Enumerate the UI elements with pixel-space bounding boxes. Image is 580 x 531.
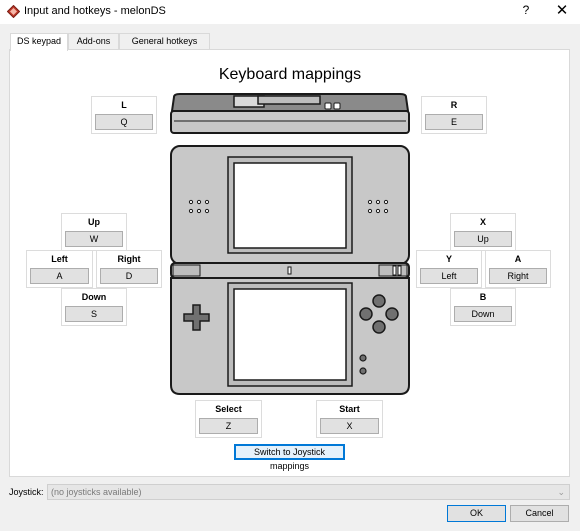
tab-add-ons[interactable]: Add-ons [68, 33, 119, 50]
mapping-a-label: A [514, 254, 522, 264]
mapping-l-key[interactable]: Q [95, 114, 153, 130]
mapping-down: Down S [61, 288, 127, 326]
mapping-up-label: Up [88, 217, 100, 227]
mapping-r-label: R [450, 100, 458, 110]
joystick-select[interactable]: (no joysticks available) ⌄ [47, 484, 570, 500]
mapping-left-key[interactable]: A [30, 268, 89, 284]
nintendo-ds-illustration [170, 93, 410, 395]
mapping-x-label: X [479, 217, 486, 227]
mapping-right-label: Right [117, 254, 141, 264]
mapping-select: Select Z [195, 400, 262, 438]
mapping-down-label: Down [81, 292, 107, 302]
ds-shoulder-hinge [170, 93, 410, 134]
mapping-left-label: Left [51, 254, 68, 264]
window-title: Input and hotkeys - melonDS [24, 5, 166, 17]
mapping-up-key[interactable]: W [65, 231, 123, 247]
tab-general-hotkeys[interactable]: General hotkeys [119, 33, 210, 50]
mapping-up: Up W [61, 213, 127, 251]
mapping-b-label: B [479, 292, 487, 302]
mapping-a: A Right [485, 250, 551, 288]
page-title: Keyboard mappings [218, 66, 362, 83]
ds-lower-shell [170, 277, 410, 395]
ok-button[interactable]: OK [447, 505, 506, 522]
mapping-b-key[interactable]: Down [454, 306, 512, 322]
mapping-y: Y Left [416, 250, 482, 288]
melonds-app-icon [7, 5, 20, 18]
ds-upper-shell [170, 145, 410, 265]
joystick-select-value: (no joysticks available) [51, 487, 142, 497]
mapping-right-key[interactable]: D [100, 268, 158, 284]
mapping-right: Right D [96, 250, 162, 288]
chevron-down-icon: ⌄ [557, 487, 565, 497]
ds-hinge [170, 262, 410, 279]
mapping-l-label: L [121, 100, 127, 110]
switch-to-joystick-button[interactable]: Switch to Joystick mappings [234, 444, 345, 471]
mapping-b: B Down [450, 288, 516, 326]
mapping-x-key[interactable]: Up [454, 231, 512, 247]
mapping-select-key[interactable]: Z [199, 418, 258, 434]
mapping-x: X Up [450, 213, 516, 251]
mapping-select-label: Select [215, 404, 242, 414]
mapping-start-label: Start [339, 404, 360, 414]
mapping-r-key[interactable]: E [425, 114, 483, 130]
close-button[interactable]: ✕ [553, 2, 571, 20]
mapping-start: Start X [316, 400, 383, 438]
title-bar: Input and hotkeys - melonDS ? ✕ [0, 0, 580, 24]
mapping-y-key[interactable]: Left [420, 268, 478, 284]
joystick-label: Joystick: [9, 487, 44, 497]
mapping-y-label: Y [445, 254, 452, 264]
tab-ds-keypad[interactable]: DS keypad [10, 33, 68, 51]
mapping-l: L Q [91, 96, 157, 134]
help-button[interactable]: ? [519, 3, 533, 19]
mapping-a-key[interactable]: Right [489, 268, 547, 284]
mapping-down-key[interactable]: S [65, 306, 123, 322]
mapping-r: R E [421, 96, 487, 134]
mapping-start-key[interactable]: X [320, 418, 379, 434]
cancel-button[interactable]: Cancel [510, 505, 569, 522]
mapping-left: Left A [26, 250, 93, 288]
